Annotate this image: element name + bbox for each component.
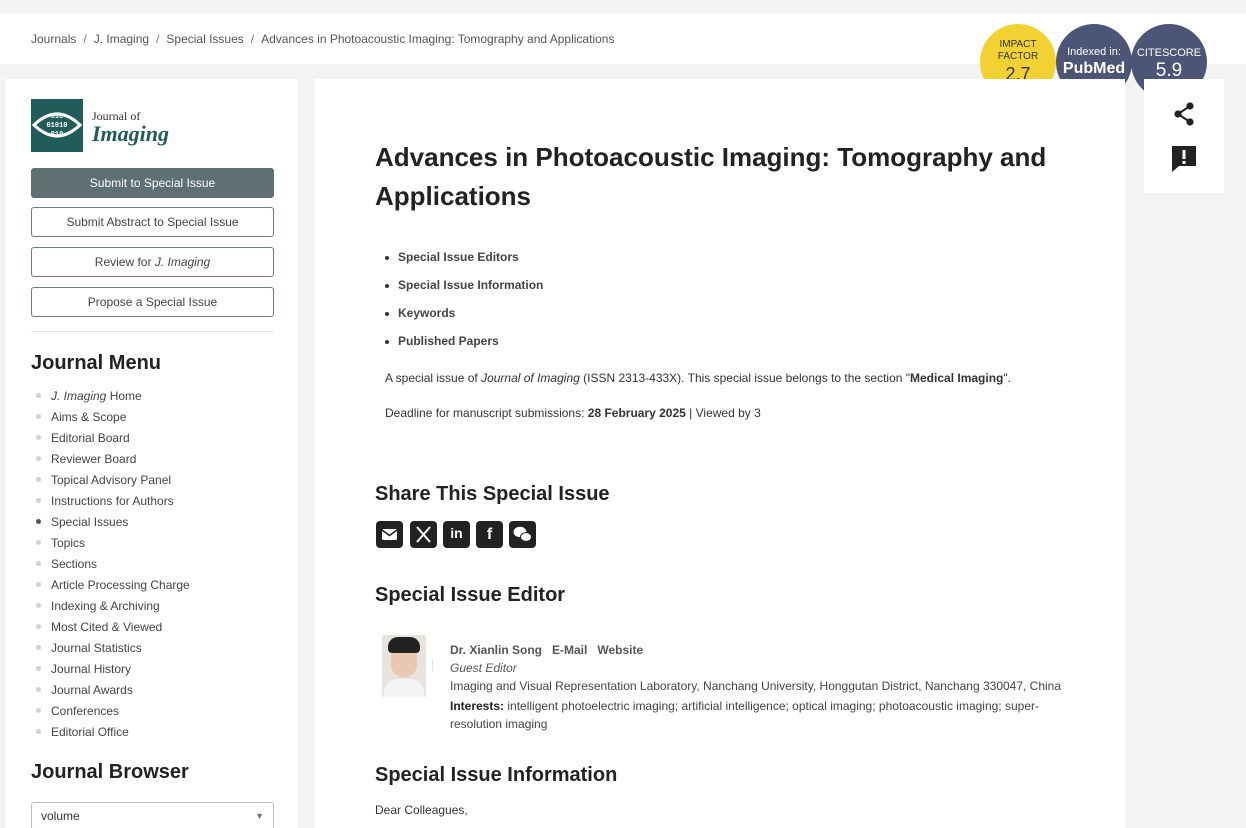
breadcrumb-current: Advances in Photoacoustic Imaging: Tomog…	[261, 32, 615, 46]
interests-label: Interests:	[450, 699, 505, 713]
table-of-contents: Special Issue Editors Special Issue Info…	[385, 250, 543, 362]
intro-text: A special issue of	[385, 371, 482, 385]
floating-tools	[1144, 79, 1224, 193]
linkedin-icon[interactable]: in	[443, 521, 470, 548]
menu-item-topical-advisory-panel[interactable]: Topical Advisory Panel	[31, 472, 190, 493]
intro-text: (ISSN 2313-433X). This special issue bel…	[579, 371, 911, 385]
view-count: | Viewed by 3	[685, 406, 761, 420]
svg-text:010: 010	[51, 131, 64, 139]
volume-select[interactable]: volume ▼	[31, 802, 274, 828]
menu-item-home[interactable]: J. Imaging Home	[31, 388, 190, 409]
x-twitter-icon[interactable]	[410, 521, 437, 548]
information-section-title: Special Issue Information	[375, 764, 618, 786]
svg-text:01010: 01010	[46, 122, 67, 130]
citescore-label: CITESCORE	[1136, 47, 1202, 59]
propose-special-issue-button[interactable]: Propose a Special Issue	[31, 287, 274, 317]
menu-item-indexing-archiving[interactable]: Indexing & Archiving	[31, 598, 190, 619]
menu-item-article-processing-charge[interactable]: Article Processing Charge	[31, 577, 190, 598]
chevron-down-icon: ▼	[255, 811, 264, 821]
breadcrumb-journals[interactable]: Journals	[31, 32, 76, 46]
review-button-journal: J. Imaging	[154, 255, 211, 269]
menu-item-most-cited-viewed[interactable]: Most Cited & Viewed	[31, 619, 190, 640]
editor-role: Guest Editor	[450, 661, 517, 675]
menu-item-reviewer-board[interactable]: Reviewer Board	[31, 451, 190, 472]
menu-item-journal-awards[interactable]: Journal Awards	[31, 682, 190, 703]
menu-item-editorial-board[interactable]: Editorial Board	[31, 430, 190, 451]
editor-photo	[382, 635, 426, 697]
interests-text: intelligent photoelectric imaging; artif…	[450, 699, 1039, 731]
breadcrumb-separator: /	[156, 32, 160, 46]
toc-link-keywords[interactable]: Keywords	[385, 306, 543, 334]
journal-logo-mark: 010 01010 010	[31, 99, 83, 152]
submit-to-special-issue-button[interactable]: Submit to Special Issue	[31, 168, 274, 198]
editor-name: Dr. Xianlin Song	[450, 643, 543, 657]
sidebar-divider	[31, 331, 274, 332]
indexed-label: Indexed in:	[1067, 46, 1121, 58]
facebook-icon[interactable]: f	[476, 521, 503, 548]
journal-browser-title: Journal Browser	[31, 761, 189, 783]
editor-interests: Interests: intelligent photoelectric ima…	[450, 697, 1050, 733]
menu-item-sections[interactable]: Sections	[31, 556, 190, 577]
submit-abstract-button[interactable]: Submit Abstract to Special Issue	[31, 207, 274, 237]
journal-logo-line2: Imaging	[92, 121, 170, 146]
intro-text: ".	[1003, 371, 1011, 385]
report-icon[interactable]	[1169, 143, 1199, 173]
review-for-journal-button[interactable]: Review for J. Imaging	[31, 247, 274, 277]
breadcrumb-j-imaging[interactable]: J. Imaging	[94, 32, 149, 46]
section-link[interactable]: Medical Imaging	[910, 371, 1003, 385]
editor-affiliation: Imaging and Visual Representation Labora…	[450, 679, 1062, 693]
menu-item-conferences[interactable]: Conferences	[31, 703, 190, 724]
review-button-prefix: Review for	[94, 255, 155, 269]
menu-item-special-issues[interactable]: Special Issues	[31, 514, 190, 535]
special-issue-intro: A special issue of Journal of Imaging (I…	[385, 371, 1011, 385]
menu-item-journal-history[interactable]: Journal History	[31, 661, 190, 682]
breadcrumb-separator: /	[83, 32, 87, 46]
indexed-value: PubMed	[1062, 60, 1126, 77]
toc-link-published-papers[interactable]: Published Papers	[385, 334, 543, 362]
menu-item-journal-statistics[interactable]: Journal Statistics	[31, 640, 190, 661]
menu-item-instructions-for-authors[interactable]: Instructions for Authors	[31, 493, 190, 514]
share-icon[interactable]	[1169, 99, 1199, 129]
breadcrumb-separator: /	[250, 32, 255, 46]
editor-name-line: Dr. Xianlin Song E-Mail Website	[450, 643, 643, 657]
volume-select-value: volume	[41, 809, 80, 823]
impact-factor-label: IMPACT FACTOR	[997, 39, 1039, 62]
email-icon[interactable]	[376, 521, 403, 548]
wechat-icon[interactable]	[509, 521, 536, 548]
breadcrumb: Journals / J. Imaging / Special Issues / Advan…	[31, 32, 614, 46]
intro-journal-name: Journal of Imaging	[481, 371, 580, 385]
page-title: Advances in Photoacoustic Imaging: Tomog…	[375, 142, 1047, 211]
journal-logo[interactable]: 010 01010 010 Journal of Imaging	[31, 99, 171, 153]
editor-section-title: Special Issue Editor	[375, 584, 566, 606]
menu-item-label: Home	[106, 389, 142, 403]
editor-email-link[interactable]: E-Mail	[552, 643, 587, 657]
editor-website-link[interactable]: Website	[597, 643, 643, 657]
menu-item-topics[interactable]: Topics	[31, 535, 190, 556]
editor-divider	[432, 659, 433, 671]
journal-menu: J. Imaging Home Aims & Scope Editorial B…	[31, 388, 190, 745]
menu-item-editorial-office[interactable]: Editorial Office	[31, 724, 190, 745]
toc-link-information[interactable]: Special Issue Information	[385, 278, 543, 306]
deadline-label: Deadline for manuscript submissions:	[385, 406, 588, 420]
journal-menu-title: Journal Menu	[31, 352, 162, 374]
toc-link-editors[interactable]: Special Issue Editors	[385, 250, 543, 278]
share-section-title: Share This Special Issue	[375, 483, 610, 505]
menu-item-journal-name: J. Imaging	[51, 389, 107, 403]
salutation: Dear Colleagues,	[375, 803, 468, 817]
sidebar: 010 01010 010 Journal of Imaging Submit …	[5, 79, 298, 828]
breadcrumb-special-issues[interactable]: Special Issues	[166, 32, 243, 46]
deadline-date: 28 February 2025	[587, 406, 686, 420]
deadline-line: Deadline for manuscript submissions: 28 …	[385, 406, 761, 420]
svg-text:010: 010	[51, 113, 64, 121]
main-content: Advances in Photoacoustic Imaging: Tomog…	[315, 79, 1125, 828]
menu-item-aims-scope[interactable]: Aims & Scope	[31, 409, 190, 430]
